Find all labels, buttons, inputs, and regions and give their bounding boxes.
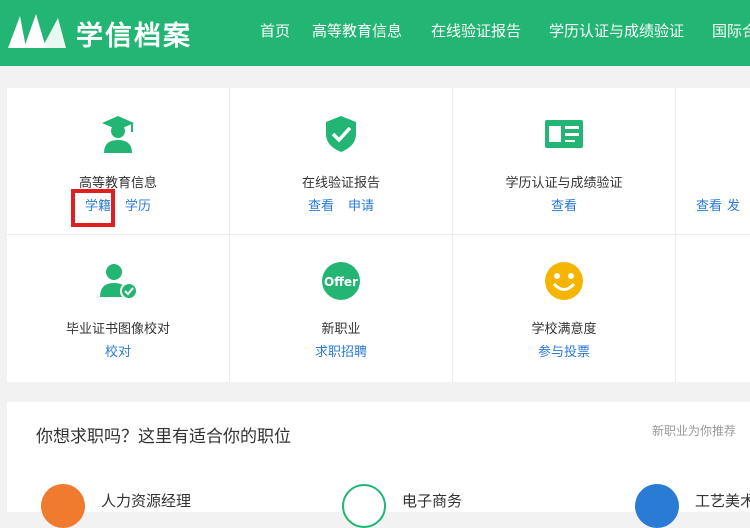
smiley-icon[interactable] (544, 261, 584, 301)
service-degree-certification: 学历认证与成绩验证 查看 (453, 88, 675, 234)
link-degree[interactable]: 学历 (125, 199, 151, 214)
job-item-label: 电子商务 (402, 492, 463, 510)
job-item-label: 工艺美术 (695, 492, 750, 510)
top-header: 学信档案 首页 高等教育信息 在线验证报告 学历认证与成绩验证 国际合 (0, 0, 750, 66)
link-partial[interactable]: 发 (727, 199, 740, 214)
certificate-card-icon[interactable] (544, 114, 584, 154)
service-links: 查看发 (686, 195, 750, 214)
link-vote[interactable]: 参与投票 (538, 345, 590, 360)
graduate-icon[interactable] (98, 114, 138, 154)
link-view[interactable]: 查看 (696, 199, 722, 214)
service-title: 学历认证与成绩验证 (505, 176, 623, 191)
offer-icon[interactable]: Offer (321, 261, 361, 301)
nav-degree-certification[interactable]: 学历认证与成绩验证 (549, 20, 684, 41)
shield-check-icon[interactable] (321, 114, 361, 154)
service-links: 学籍 学历 (7, 195, 229, 214)
service-links: 参与投票 (453, 341, 675, 360)
service-title: 高等教育信息 (78, 176, 157, 191)
service-new-career: Offer 新职业 求职招聘 (230, 235, 452, 381)
nav-international[interactable]: 国际合 (712, 20, 750, 41)
jobs-heading: 你想求职吗？这里有适合你的职位 (36, 427, 291, 447)
job-item-label: 人力资源经理 (101, 492, 192, 510)
link-proofread[interactable]: 校对 (105, 345, 131, 360)
service-title: 毕业证书图像校对 (65, 322, 170, 337)
service-title: 在线验证报告 (301, 176, 380, 191)
logo-book-icon[interactable] (6, 10, 68, 52)
user-check-icon[interactable] (98, 261, 138, 301)
jobs-section: 你想求职吗？这里有适合你的职位 新职业为你推荐 人力资源经理 电子商务 工艺美术 (7, 402, 750, 528)
logo-title[interactable]: 学信档案 (76, 14, 192, 53)
service-links: 查看 (453, 195, 675, 214)
jobs-recommend-link[interactable]: 新职业为你推荐 (652, 422, 736, 439)
highlight-box (71, 189, 115, 227)
link-job-search[interactable]: 求职招聘 (315, 345, 367, 360)
link-view[interactable]: 查看 (308, 199, 334, 214)
job-category-icon (635, 484, 679, 528)
service-online-report: 在线验证报告 查看 申请 (230, 88, 452, 234)
nav-home[interactable]: 首页 (260, 20, 290, 41)
nav-online-verification[interactable]: 在线验证报告 (431, 20, 521, 41)
service-certificate-proofreading: 毕业证书图像校对 校对 (7, 235, 229, 381)
job-category-icon (342, 484, 386, 528)
link-view[interactable]: 查看 (551, 199, 577, 214)
service-school-satisfaction: 学校满意度 参与投票 (453, 235, 675, 381)
service-links: 求职招聘 (230, 341, 452, 360)
nav-higher-education[interactable]: 高等教育信息 (312, 20, 402, 41)
service-title: 新职业 (321, 322, 361, 337)
service-links: 查看 申请 (230, 195, 452, 214)
link-apply[interactable]: 申请 (348, 199, 374, 214)
service-links: 校对 (7, 341, 229, 360)
services-panel: 高等教育信息 学籍 学历 在线验证报告 查看 申请 学历认证与成绩验证 查看 查看发 (7, 88, 750, 382)
svg-text:Offer: Offer (324, 275, 358, 289)
job-category-icon (41, 484, 85, 528)
service-higher-education: 高等教育信息 学籍 学历 (7, 88, 229, 234)
service-partial: 查看发 (676, 88, 750, 234)
service-title: 学校满意度 (531, 322, 597, 337)
